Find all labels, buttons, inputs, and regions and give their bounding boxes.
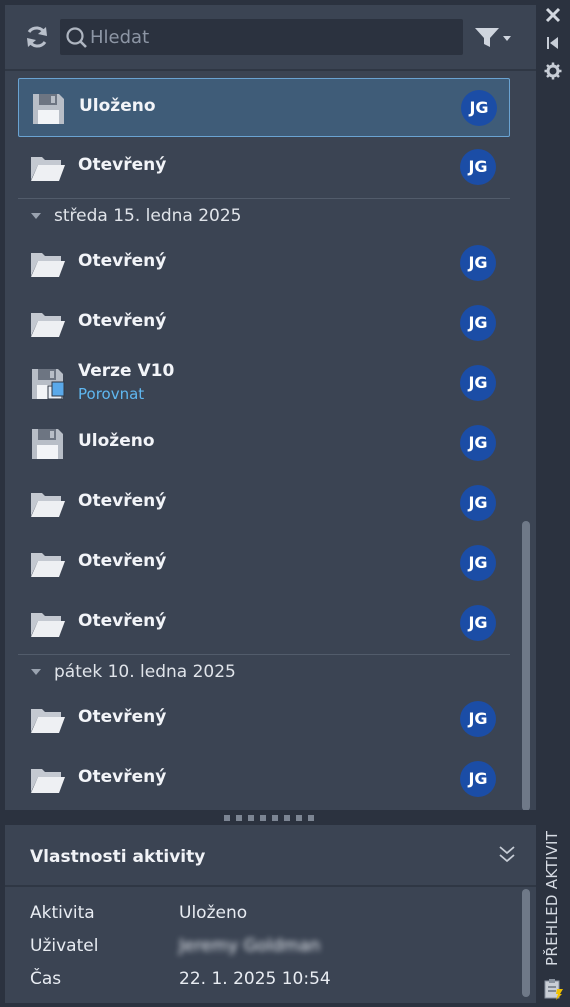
- activity-row[interactable]: Verze V10 Porovnat JG: [18, 354, 510, 413]
- properties-title: Vlastnosti aktivity: [30, 847, 206, 867]
- refresh-icon[interactable]: [23, 23, 51, 51]
- folder-open-icon: [30, 151, 66, 185]
- activity-title: Otevřený: [78, 491, 167, 511]
- user-avatar[interactable]: JG: [460, 365, 496, 401]
- date-group-header[interactable]: středa 15. ledna 2025: [18, 198, 510, 232]
- save-icon: [30, 427, 66, 461]
- collapse-icon[interactable]: [497, 843, 517, 865]
- activity-title: Verze V10: [78, 361, 175, 381]
- activity-row[interactable]: Otevřený JG: [18, 594, 510, 653]
- activity-panel: Uloženo JG Otevřený JG středa 15. ledna 2025…: [5, 5, 536, 1003]
- list-scrollbar[interactable]: [522, 521, 530, 810]
- gear-icon[interactable]: [544, 62, 562, 80]
- activity-title: Uloženo: [78, 431, 155, 451]
- folder-open-icon: [30, 547, 66, 581]
- activity-row[interactable]: Otevřený JG: [18, 294, 510, 353]
- side-rail: PŘEHLED AKTIVIT: [536, 0, 570, 1007]
- activity-row[interactable]: Otevřený JG: [18, 690, 510, 749]
- user-avatar[interactable]: JG: [460, 425, 496, 461]
- property-value-user: Jeremy Goldman: [179, 936, 321, 956]
- activity-row[interactable]: Uloženo JG: [18, 414, 510, 473]
- date-group-label: pátek 10. ledna 2025: [54, 662, 236, 682]
- save-icon: [31, 92, 67, 126]
- close-icon[interactable]: [544, 6, 562, 24]
- property-key: Aktivita: [30, 903, 95, 923]
- clipboard-icon[interactable]: [544, 978, 563, 1000]
- divider: [5, 885, 536, 887]
- properties-scrollbar[interactable]: [522, 889, 530, 997]
- folder-open-icon: [30, 703, 66, 737]
- user-avatar[interactable]: JG: [460, 149, 496, 185]
- activity-title: Uloženo: [79, 96, 156, 116]
- activity-row[interactable]: Otevřený JG: [18, 234, 510, 293]
- activity-title: Otevřený: [78, 611, 167, 631]
- caret-down-icon: [31, 669, 41, 675]
- activity-title: Otevřený: [78, 767, 167, 787]
- user-avatar[interactable]: JG: [461, 90, 497, 126]
- collapse-panel-icon[interactable]: [544, 34, 562, 52]
- search-input[interactable]: [90, 23, 450, 51]
- user-avatar[interactable]: JG: [460, 485, 496, 521]
- panel-splitter[interactable]: [5, 810, 536, 825]
- user-avatar[interactable]: JG: [460, 245, 496, 281]
- date-group-header[interactable]: pátek 10. ledna 2025: [18, 654, 510, 688]
- save-version-icon: [30, 367, 66, 401]
- activity-row[interactable]: Otevřený JG: [18, 474, 510, 533]
- filter-dropdown[interactable]: [473, 25, 517, 51]
- property-value: Uloženo: [179, 903, 248, 923]
- filter-icon: [475, 28, 499, 47]
- activity-title: Otevřený: [78, 251, 167, 271]
- folder-open-icon: [30, 763, 66, 797]
- compare-link[interactable]: Porovnat: [78, 385, 144, 403]
- search-icon: [64, 25, 90, 51]
- activity-title: Otevřený: [78, 311, 167, 331]
- caret-down-icon: [31, 213, 41, 219]
- folder-open-icon: [30, 247, 66, 281]
- activity-row[interactable]: Uloženo JG: [18, 78, 510, 137]
- activity-title: Otevřený: [78, 707, 167, 727]
- activity-row[interactable]: Otevřený JG: [18, 534, 510, 593]
- search-box[interactable]: [60, 19, 463, 55]
- activity-properties: Vlastnosti aktivity Aktivita Uloženo Uži…: [5, 825, 536, 1003]
- user-avatar[interactable]: JG: [460, 761, 496, 797]
- property-value: 22. 1. 2025 10:54: [179, 969, 331, 989]
- activity-row[interactable]: Otevřený JG: [18, 138, 510, 197]
- activity-title: Otevřený: [78, 551, 167, 571]
- panel-title: PŘEHLED AKTIVIT: [543, 830, 561, 966]
- property-key: Čas: [30, 969, 62, 989]
- user-avatar[interactable]: JG: [460, 305, 496, 341]
- activity-row[interactable]: Otevřený JG: [18, 750, 510, 809]
- property-key: Uživatel: [30, 936, 99, 956]
- chevron-down-icon: [503, 36, 511, 41]
- user-avatar[interactable]: JG: [460, 545, 496, 581]
- date-group-label: středa 15. ledna 2025: [54, 206, 242, 226]
- folder-open-icon: [30, 607, 66, 641]
- user-avatar[interactable]: JG: [460, 605, 496, 641]
- folder-open-icon: [30, 487, 66, 521]
- folder-open-icon: [30, 307, 66, 341]
- panel-header: [5, 5, 536, 69]
- user-avatar[interactable]: JG: [460, 701, 496, 737]
- activity-title: Otevřený: [78, 155, 167, 175]
- activity-list: Uloženo JG Otevřený JG středa 15. ledna 2025…: [5, 69, 536, 810]
